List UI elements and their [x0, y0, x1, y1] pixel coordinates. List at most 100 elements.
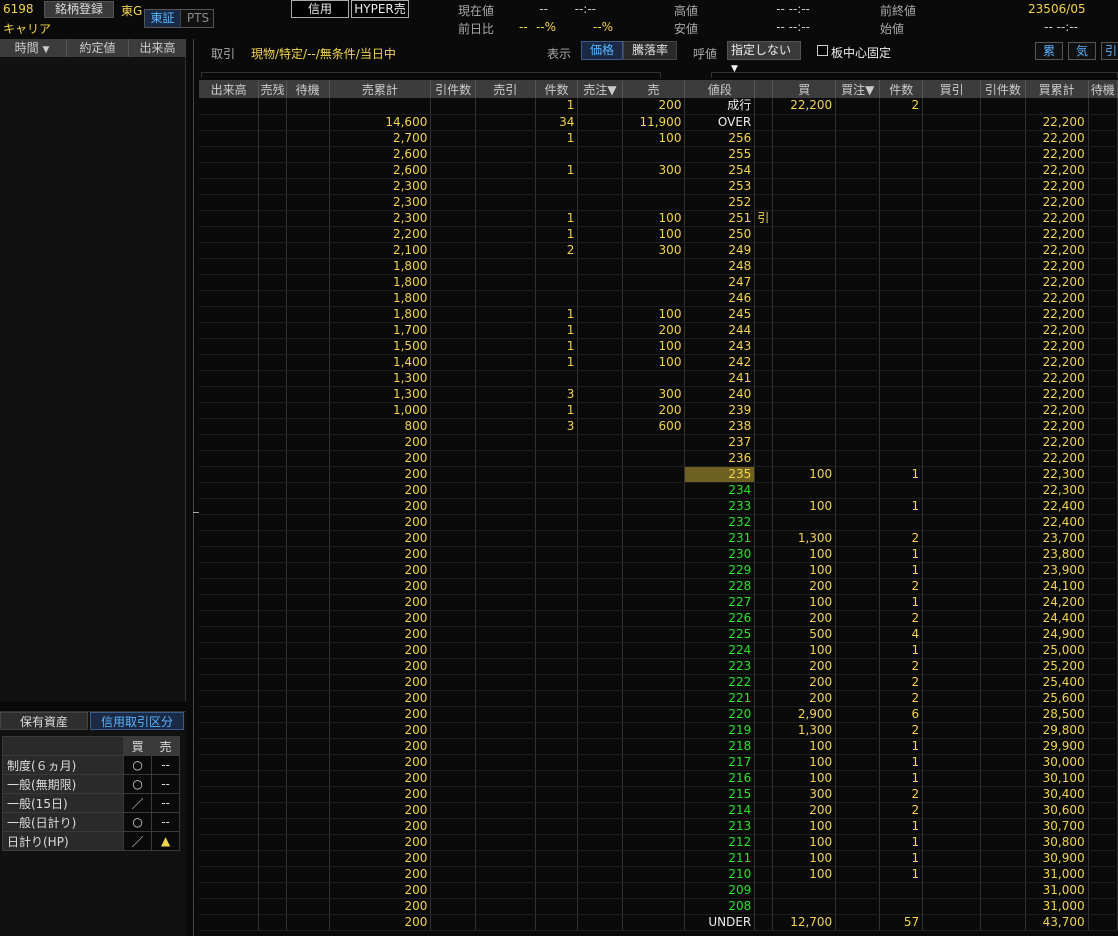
price-cell[interactable]: 218: [684, 738, 756, 755]
sell-qty-cell[interactable]: [622, 514, 686, 531]
buy-qty-cell[interactable]: [772, 306, 837, 323]
buy-qty-cell[interactable]: [772, 162, 837, 179]
price-cell[interactable]: 253: [684, 178, 756, 195]
price-cell[interactable]: 220: [684, 706, 756, 723]
sell-qty-cell[interactable]: [622, 434, 686, 451]
price-cell[interactable]: 226: [684, 610, 756, 627]
buy-qty-cell[interactable]: 100: [772, 818, 837, 835]
price-cell[interactable]: 224: [684, 642, 756, 659]
price-cell[interactable]: 229: [684, 562, 756, 579]
sell-qty-cell[interactable]: [622, 290, 686, 307]
sell-qty-cell[interactable]: [622, 866, 686, 883]
buy-qty-cell[interactable]: [772, 514, 837, 531]
price-cell[interactable]: 232: [684, 514, 756, 531]
buy-qty-cell[interactable]: 100: [772, 770, 837, 787]
buy-qty-cell[interactable]: 100: [772, 834, 837, 851]
col-header-sell-order[interactable]: 売注▼: [577, 80, 623, 98]
sell-qty-cell[interactable]: 200: [622, 98, 686, 115]
price-cell[interactable]: 256: [684, 130, 756, 147]
price-cell[interactable]: 209: [684, 882, 756, 899]
buy-qty-cell[interactable]: 200: [772, 690, 837, 707]
buy-qty-cell[interactable]: [772, 898, 837, 915]
quote-button[interactable]: 気: [1068, 42, 1096, 60]
sell-qty-cell[interactable]: [622, 178, 686, 195]
sell-qty-cell[interactable]: [622, 802, 686, 819]
buy-qty-cell[interactable]: [772, 130, 837, 147]
sell-qty-cell[interactable]: [622, 898, 686, 915]
price-cell[interactable]: 227: [684, 594, 756, 611]
cumulative-button[interactable]: 累: [1035, 42, 1063, 60]
buy-qty-cell[interactable]: [772, 258, 837, 275]
buy-qty-cell[interactable]: 2,900: [772, 706, 837, 723]
price-cell[interactable]: 246: [684, 290, 756, 307]
buy-qty-cell[interactable]: 1,300: [772, 722, 837, 739]
sell-qty-cell[interactable]: 100: [622, 338, 686, 355]
price-cell[interactable]: 217: [684, 754, 756, 771]
buy-qty-cell[interactable]: 100: [772, 498, 837, 515]
price-cell[interactable]: 222: [684, 674, 756, 691]
price-cell[interactable]: 223: [684, 658, 756, 675]
price-cell[interactable]: 249: [684, 242, 756, 259]
sell-qty-cell[interactable]: [622, 658, 686, 675]
buy-qty-cell[interactable]: [772, 882, 837, 899]
buy-qty-cell[interactable]: 300: [772, 786, 837, 803]
buy-qty-cell[interactable]: [772, 338, 837, 355]
ticks-list[interactable]: [0, 57, 186, 701]
buy-qty-cell[interactable]: 100: [772, 850, 837, 867]
close-order-button[interactable]: 引: [1101, 42, 1118, 60]
price-cell[interactable]: 216: [684, 770, 756, 787]
tab-tse[interactable]: 東証: [145, 10, 181, 27]
price-cell[interactable]: 225: [684, 626, 756, 643]
price-cell[interactable]: 248: [684, 258, 756, 275]
display-change-button[interactable]: 騰落率: [623, 41, 678, 60]
sell-qty-cell[interactable]: 300: [622, 386, 686, 403]
buy-qty-cell[interactable]: 100: [772, 642, 837, 659]
sell-qty-cell[interactable]: [622, 146, 686, 163]
sell-qty-cell[interactable]: 100: [622, 306, 686, 323]
price-cell[interactable]: 成行: [684, 98, 756, 115]
price-cell[interactable]: 214: [684, 802, 756, 819]
buy-qty-cell[interactable]: [772, 402, 837, 419]
sell-qty-cell[interactable]: [622, 738, 686, 755]
tab-holdings[interactable]: 保有資産: [0, 712, 88, 730]
sell-qty-cell[interactable]: [622, 370, 686, 387]
price-cell[interactable]: 213: [684, 818, 756, 835]
credit-button[interactable]: 信用: [291, 0, 349, 18]
sell-qty-cell[interactable]: [622, 770, 686, 787]
buy-qty-cell[interactable]: [772, 242, 837, 259]
price-cell[interactable]: 237: [684, 434, 756, 451]
sell-qty-cell[interactable]: 200: [622, 322, 686, 339]
tab-margin-type[interactable]: 信用取引区分: [90, 712, 184, 730]
sell-qty-cell[interactable]: 100: [622, 210, 686, 227]
sell-qty-cell[interactable]: 300: [622, 162, 686, 179]
sell-qty-cell[interactable]: [622, 722, 686, 739]
splitter[interactable]: [193, 39, 194, 936]
buy-qty-cell[interactable]: 100: [772, 866, 837, 883]
sell-qty-cell[interactable]: [622, 530, 686, 547]
sell-qty-cell[interactable]: [622, 882, 686, 899]
price-cell[interactable]: 239: [684, 402, 756, 419]
buy-qty-cell[interactable]: 100: [772, 754, 837, 771]
buy-qty-cell[interactable]: 100: [772, 738, 837, 755]
price-cell[interactable]: 247: [684, 274, 756, 291]
buy-qty-cell[interactable]: [772, 418, 837, 435]
sell-qty-cell[interactable]: 300: [622, 242, 686, 259]
price-cell[interactable]: 244: [684, 322, 756, 339]
price-cell[interactable]: 243: [684, 338, 756, 355]
buy-qty-cell[interactable]: 12,700: [772, 914, 837, 931]
sell-qty-cell[interactable]: [622, 450, 686, 467]
sell-qty-cell[interactable]: [622, 674, 686, 691]
price-cell[interactable]: 228: [684, 578, 756, 595]
price-cell[interactable]: 245: [684, 306, 756, 323]
sell-qty-cell[interactable]: [622, 642, 686, 659]
price-cell[interactable]: 231: [684, 530, 756, 547]
price-cell[interactable]: 219: [684, 722, 756, 739]
sell-qty-cell[interactable]: [622, 274, 686, 291]
sell-qty-cell[interactable]: [622, 914, 686, 931]
sell-qty-cell[interactable]: [622, 482, 686, 499]
sell-qty-cell[interactable]: 100: [622, 354, 686, 371]
hyper-sell-button[interactable]: HYPER売: [351, 0, 409, 18]
price-cell[interactable]: UNDER: [684, 914, 756, 931]
price-cell[interactable]: 241: [684, 370, 756, 387]
buy-qty-cell[interactable]: 100: [772, 546, 837, 563]
